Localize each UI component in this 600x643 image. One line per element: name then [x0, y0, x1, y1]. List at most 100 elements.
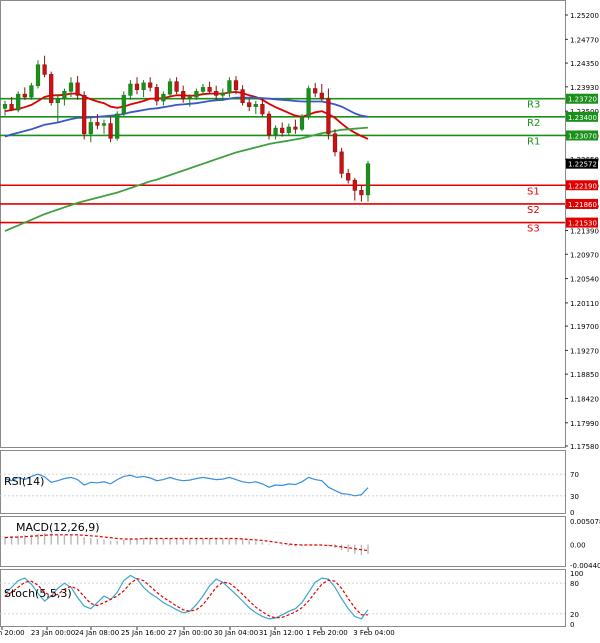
- macd-tick-label: -0.004402: [570, 562, 600, 570]
- price-tick-label: 1.18850: [570, 371, 599, 379]
- rsi-tick-label: 30: [570, 493, 579, 501]
- candle-body: [187, 96, 192, 100]
- stoch-tick-label: 100: [570, 570, 583, 578]
- macd-tick-label: 0.00: [570, 542, 586, 550]
- candle-body: [359, 190, 364, 196]
- candle-body: [108, 123, 113, 139]
- candle-body: [352, 179, 357, 191]
- level-label-s2: S2: [527, 205, 540, 216]
- candle-body: [200, 87, 206, 92]
- level-label-r1: R1: [527, 136, 540, 147]
- stoch-tick-label: 0: [570, 621, 574, 629]
- price-tick-label: 1.20540: [570, 276, 599, 284]
- level-price-tag: 1.21530: [568, 220, 597, 228]
- candle-body: [75, 82, 80, 96]
- candle-body: [42, 64, 47, 75]
- price-tick-label: 1.20110: [570, 300, 599, 308]
- candle-body: [88, 122, 93, 135]
- candle-body: [273, 127, 278, 136]
- candle: [339, 147, 344, 178]
- rsi-tick-label: 0: [570, 509, 574, 517]
- candle: [16, 91, 21, 113]
- candle-body: [286, 126, 291, 133]
- candle-body: [29, 85, 34, 98]
- time-tick-label: Jan 20:00: [0, 629, 25, 637]
- price-tick-label: 1.24350: [570, 60, 599, 68]
- candle-body: [82, 95, 87, 135]
- candle-body: [299, 116, 305, 130]
- candle-body: [346, 173, 351, 181]
- candle-body: [220, 92, 225, 96]
- candle-body: [55, 98, 60, 103]
- price-tick-label: 1.24770: [570, 36, 599, 44]
- level-label-r3: R3: [527, 100, 540, 111]
- candle-body: [95, 122, 100, 126]
- candle: [299, 113, 305, 131]
- current-price-marker: 1.22572: [566, 158, 598, 169]
- price-tick-label: 1.19700: [570, 323, 599, 331]
- time-tick-label: 25 Jan 16:00: [121, 629, 165, 637]
- candle-body: [148, 82, 153, 88]
- level-price-tag: 1.23400: [568, 114, 597, 122]
- time-tick-label: 24 Jan 08:00: [75, 629, 119, 637]
- candle-body: [194, 91, 199, 98]
- candle-body: [101, 123, 107, 126]
- candle-body: [233, 80, 239, 90]
- time-tick-label: 3 Feb 04:00: [353, 629, 394, 637]
- candle-body: [260, 104, 265, 115]
- price-tick-label: 1.23930: [570, 84, 599, 92]
- rsi-tick-label: 70: [570, 471, 579, 479]
- time-tick-label: 30 Jan 04:00: [214, 629, 258, 637]
- level-price-tag: 1.22190: [568, 182, 597, 190]
- candle-body: [9, 104, 14, 111]
- candle-body: [35, 64, 41, 87]
- candle: [29, 82, 34, 100]
- macd-label: MACD(12,26,9): [16, 521, 100, 534]
- candle-body: [141, 82, 146, 90]
- candle: [306, 85, 311, 120]
- candle-body: [280, 127, 285, 133]
- time-tick-label: 31 Jan 12:00: [259, 629, 303, 637]
- candle-body: [121, 95, 126, 115]
- stoch-label: Stoch(5,5,3): [4, 587, 72, 600]
- candle: [49, 71, 54, 106]
- candle: [82, 91, 87, 140]
- trading-chart: 1.252001.247701.243501.239301.235001.230…: [0, 0, 600, 639]
- price-tick-label: 1.17580: [570, 443, 599, 451]
- chart-canvas: 1.252001.247701.243501.239301.235001.230…: [0, 0, 600, 639]
- candle-body: [339, 151, 344, 174]
- candle-body: [134, 83, 140, 90]
- candle-body: [227, 80, 232, 94]
- level-label-r2: R2: [527, 118, 540, 129]
- price-tick-label: 1.20970: [570, 251, 599, 259]
- rsi-label: RSI(14): [4, 475, 44, 488]
- candle-body: [16, 93, 21, 111]
- level-label-s1: S1: [527, 186, 540, 197]
- candle-body: [161, 93, 166, 102]
- candle-body: [247, 102, 252, 107]
- time-tick-label: 27 Jan 00:00: [168, 629, 212, 637]
- candle-body: [293, 126, 298, 130]
- candle-body: [115, 113, 120, 139]
- macd-tick-label: 0.005078: [570, 518, 600, 526]
- candle-body: [181, 91, 186, 100]
- candle-body: [332, 133, 338, 153]
- price-tick-label: 1.19270: [570, 347, 599, 355]
- time-axis: Jan 20:00 23 Jan 00:0024 Jan 08:0025 Jan …: [0, 627, 395, 637]
- candle-body: [2, 104, 8, 109]
- price-tick-label: 1.17990: [570, 420, 599, 428]
- current-price-tag: 1.22572: [568, 161, 597, 169]
- candle-body: [174, 81, 179, 92]
- candle-body: [207, 87, 212, 92]
- candle-body: [22, 93, 27, 98]
- price-tick-label: 1.21390: [570, 228, 599, 236]
- candle-body: [240, 89, 245, 103]
- candle: [121, 91, 126, 117]
- candle-body: [128, 83, 133, 96]
- stoch-tick-label: 80: [570, 580, 579, 588]
- candle-body: [253, 104, 258, 107]
- level-price-tag: 1.23070: [568, 132, 597, 140]
- candle-body: [365, 163, 371, 196]
- time-tick-label: 23 Jan 00:00: [31, 629, 75, 637]
- level-price-tag: 1.21860: [568, 201, 597, 209]
